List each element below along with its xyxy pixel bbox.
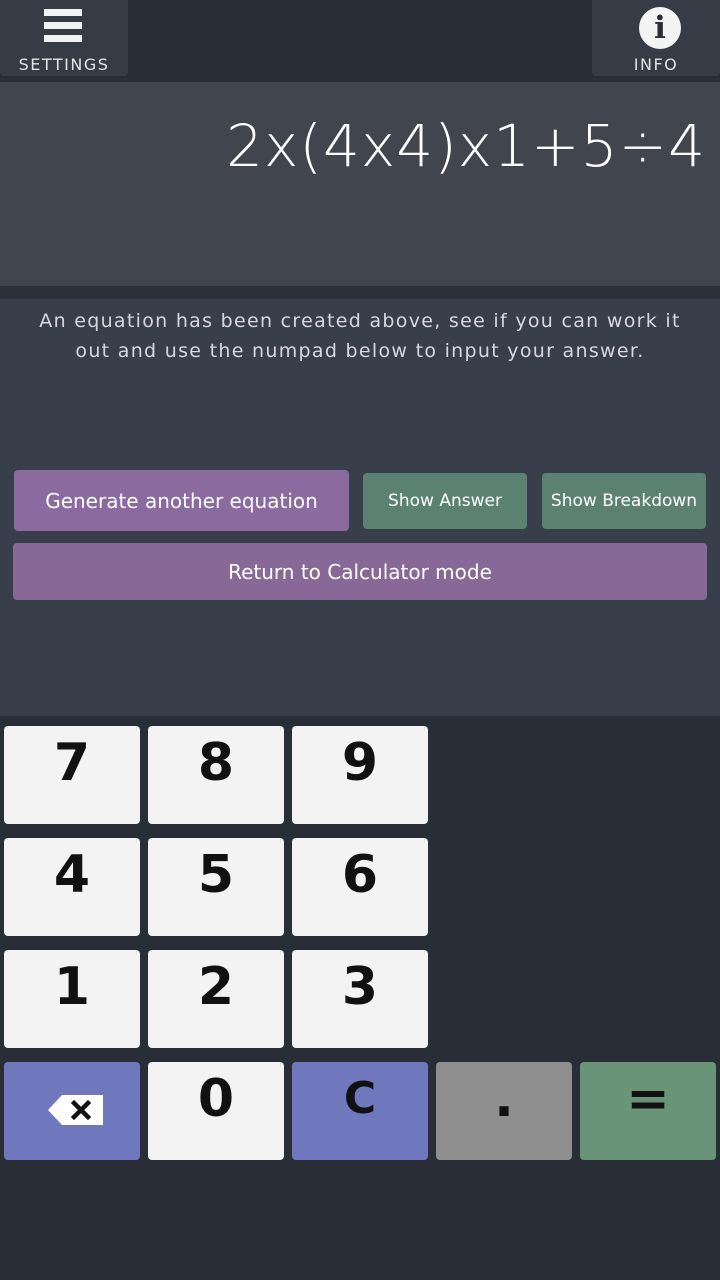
key-0[interactable]: 0 [148,1062,284,1160]
clear-key[interactable]: C [292,1062,428,1160]
backspace-icon [48,1095,103,1125]
key-3[interactable]: 3 [292,950,428,1048]
key-8[interactable]: 8 [148,726,284,824]
hamburger-menu-icon [44,9,82,43]
key-9[interactable]: 9 [292,726,428,824]
backspace-key[interactable] [4,1062,140,1160]
instructions-text: An equation has been created above, see … [39,310,681,362]
divider [0,287,720,299]
key-7[interactable]: 7 [4,726,140,824]
key-5[interactable]: 5 [148,838,284,936]
settings-button[interactable]: SETTINGS [0,0,128,76]
numpad: 7 8 9 4 5 6 1 2 3 0 C . = [0,716,720,1280]
equation-display: 2x(4x4)x1+5÷4 [0,82,720,287]
info-button[interactable]: i INFO [592,0,720,76]
key-6[interactable]: 6 [292,838,428,936]
info-label: INFO [633,55,679,74]
decimal-key[interactable]: . [436,1062,572,1160]
return-calculator-button[interactable]: Return to Calculator mode [13,543,707,600]
show-breakdown-button[interactable]: Show Breakdown [542,473,706,529]
key-1[interactable]: 1 [4,950,140,1048]
key-2[interactable]: 2 [148,950,284,1048]
generate-equation-button[interactable]: Generate another equation [14,470,349,531]
info-icon: i [639,7,681,49]
equation-text: 2x(4x4)x1+5÷4 [226,112,706,180]
key-4[interactable]: 4 [4,838,140,936]
equals-key[interactable]: = [580,1062,716,1160]
show-answer-button[interactable]: Show Answer [363,473,527,529]
settings-label: SETTINGS [18,55,110,74]
top-bar: SETTINGS i INFO [0,0,720,82]
instruction-panel: An equation has been created above, see … [0,299,720,716]
